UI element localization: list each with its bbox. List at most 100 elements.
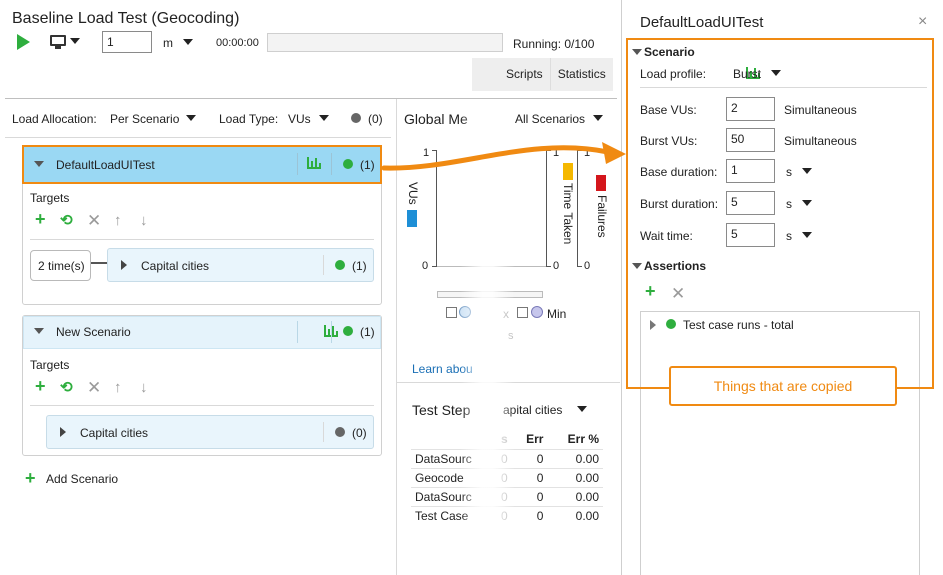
load-type-select[interactable]: VUs <box>288 112 311 126</box>
move-up-icon[interactable]: ↑ <box>114 212 122 229</box>
target-count: (0) <box>352 426 367 440</box>
scenario-name: New Scenario <box>56 325 131 339</box>
learn-link[interactable]: Learn abou <box>412 362 473 376</box>
divider <box>297 153 298 175</box>
steps-title: Test Step <box>412 402 471 418</box>
cell: 0 <box>497 467 512 487</box>
cell: 0.00 <box>547 505 603 525</box>
divider <box>331 153 332 175</box>
monitor-icon[interactable] <box>50 35 66 46</box>
legend-fragment: x <box>503 307 509 321</box>
chevron-down-icon[interactable] <box>319 115 329 121</box>
load-type-label: Load Type: <box>219 112 279 126</box>
cell: 0.00 <box>547 448 603 468</box>
legend-swatch-vus <box>407 210 417 227</box>
callout-label: Things that are copied <box>669 366 897 406</box>
col-header <box>411 430 497 449</box>
step-name: Test Case <box>411 505 497 525</box>
load-allocation-label: Load Allocation: <box>12 112 97 126</box>
table-row[interactable]: Geocode 0 0 0.00 <box>411 467 603 487</box>
duration-unit[interactable]: m <box>163 36 173 50</box>
copy-arrow <box>381 142 626 171</box>
legend-min: Min <box>547 307 567 321</box>
checkbox[interactable] <box>446 307 457 318</box>
divider <box>5 98 617 99</box>
table-row[interactable]: Test Case 0 0 0.00 <box>411 505 603 525</box>
cell: 0 <box>511 486 548 506</box>
cell: 0 <box>511 505 548 525</box>
status-dot <box>335 427 345 437</box>
y-label-text: Time Taken <box>561 183 575 245</box>
divider <box>323 255 324 275</box>
chevron-down-icon[interactable] <box>577 406 587 412</box>
scenario-count: (1) <box>360 158 375 172</box>
progress-bar <box>267 33 503 52</box>
panel-title: DefaultLoadUITest <box>640 14 764 31</box>
col-header: Err <box>526 432 544 447</box>
legend-circle <box>531 306 543 318</box>
divider <box>30 239 374 240</box>
tab-statistics[interactable]: Statistics <box>549 58 613 90</box>
y-label-text: VUs <box>406 182 420 205</box>
chevron-down-icon[interactable] <box>183 39 193 45</box>
tick-label: 0 <box>553 260 560 272</box>
steps-table: s Err Err % DataSourc 0 0 0.00 Geocode 0… <box>411 430 603 525</box>
steps-filter[interactable]: apital cities <box>503 403 562 417</box>
x-axis <box>437 266 547 267</box>
divider <box>323 422 324 442</box>
duration-input[interactable]: 1 <box>102 31 152 53</box>
load-allocation-select[interactable]: Per Scenario <box>110 112 179 126</box>
close-icon[interactable]: × <box>918 13 927 31</box>
refresh-icon[interactable]: ⟲ <box>60 211 73 229</box>
chart-scrollbar[interactable] <box>437 291 543 298</box>
status-dot <box>335 260 345 270</box>
tick-mark <box>577 266 582 267</box>
status-dot <box>343 326 353 336</box>
expand-icon[interactable] <box>60 427 66 437</box>
add-scenario-icon[interactable]: + <box>25 468 36 489</box>
chevron-down-icon[interactable] <box>70 38 80 44</box>
col-header: s <box>501 432 508 447</box>
step-name: DataSourc <box>411 486 497 506</box>
scenario-filter[interactable]: All Scenarios <box>515 112 585 126</box>
cell: 0 <box>511 448 548 468</box>
divider <box>297 321 298 343</box>
chevron-down-icon[interactable] <box>593 115 603 121</box>
collapse-icon[interactable] <box>34 328 44 334</box>
move-down-icon[interactable]: ↓ <box>140 212 148 229</box>
collapse-icon[interactable] <box>34 161 44 167</box>
col-header: Err % <box>567 432 599 447</box>
move-down-icon[interactable]: ↓ <box>140 379 148 396</box>
cell: 0.00 <box>547 467 603 487</box>
add-scenario-button[interactable]: Add Scenario <box>46 472 118 486</box>
tick-mark <box>546 266 551 267</box>
delete-icon[interactable]: ✕ <box>87 211 101 231</box>
move-up-icon[interactable]: ↑ <box>114 379 122 396</box>
table-row[interactable]: DataSourc 0 0 0.00 <box>411 486 603 506</box>
cell: 0 <box>497 448 512 468</box>
chart-icon[interactable] <box>307 157 321 169</box>
legend-circle <box>459 306 471 318</box>
running-status: Running: 0/100 <box>513 37 595 51</box>
expand-icon[interactable] <box>121 260 127 270</box>
iterations-label: 2 time(s) <box>38 259 85 273</box>
arrow-head <box>602 142 626 164</box>
cell: 0.00 <box>547 486 603 506</box>
step-name: DataSourc <box>411 448 497 468</box>
scenario-count: (1) <box>360 325 375 339</box>
delete-icon[interactable]: ✕ <box>87 378 101 398</box>
divider <box>331 321 332 343</box>
add-target-icon[interactable]: + <box>35 376 46 397</box>
table-row[interactable]: DataSourc 0 0 0.00 <box>411 448 603 468</box>
play-icon[interactable] <box>17 34 30 50</box>
chevron-down-icon[interactable] <box>186 115 196 121</box>
window-title: Baseline Load Test (Geocoding) <box>12 10 240 27</box>
divider <box>5 137 391 138</box>
checkbox[interactable] <box>517 307 528 318</box>
tab-scripts[interactable]: Scripts <box>472 58 550 90</box>
refresh-icon[interactable]: ⟲ <box>60 378 73 396</box>
connector <box>91 262 107 264</box>
highlight-frame <box>626 38 934 389</box>
add-target-icon[interactable]: + <box>35 209 46 230</box>
target-count: (1) <box>352 259 367 273</box>
